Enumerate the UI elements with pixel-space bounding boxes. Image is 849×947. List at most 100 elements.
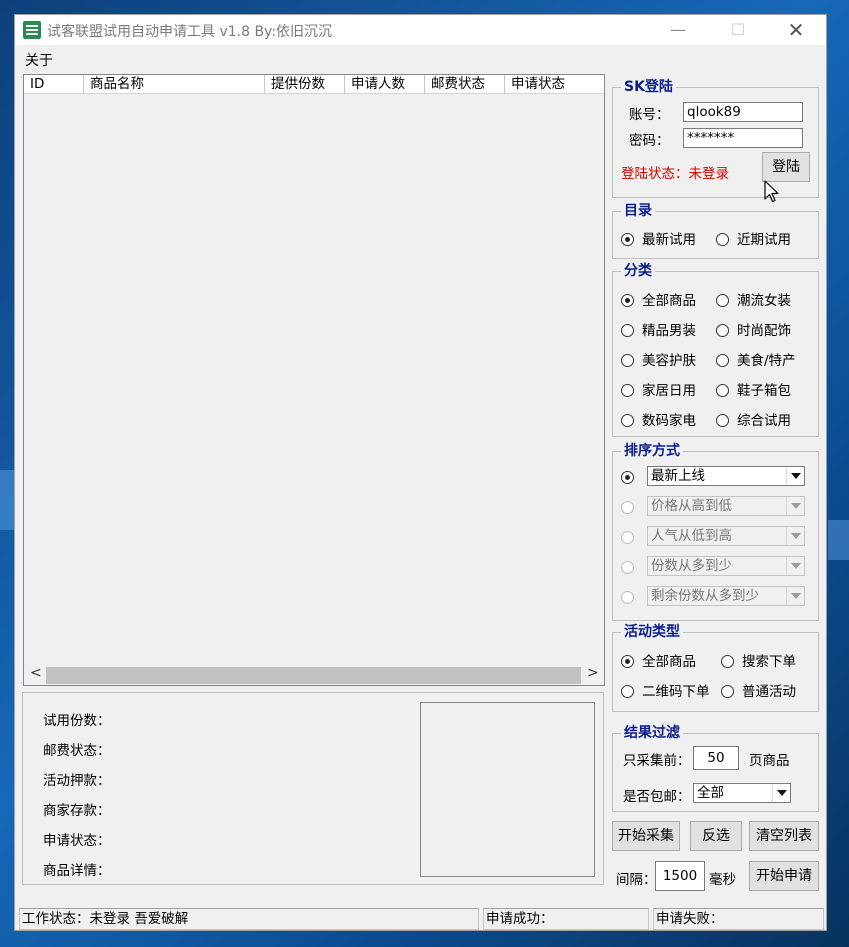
app-logo-icon <box>23 21 41 39</box>
radio-dot <box>716 324 729 337</box>
sort-newest-select[interactable]: 最新上线 <box>647 466 805 486</box>
activity-group-title: 活动类型 <box>621 624 683 640</box>
list-header: ID 商品名称 提供份数 申请人数 邮费状态 申请状态 <box>24 75 604 94</box>
invert-selection-button[interactable]: 反选 <box>690 821 742 851</box>
radio-label: 最新试用 <box>642 232 696 248</box>
radio-dot <box>621 471 634 484</box>
sort-popularity-select[interactable]: 人气从低到高 <box>647 526 805 546</box>
detail-product-info-label: 商品详情： <box>43 863 111 879</box>
radio-category-women[interactable]: 潮流女装 <box>716 293 791 309</box>
product-list-view[interactable]: ID 商品名称 提供份数 申请人数 邮费状态 申请状态 < > <box>23 74 605 686</box>
interval-input[interactable]: 1500 <box>655 861 705 891</box>
login-group-title: SK登陆 <box>621 79 676 95</box>
maximize-button[interactable]: ☐ <box>715 15 761 45</box>
column-header-quantity[interactable]: 提供份数 <box>265 75 345 94</box>
radio-dot <box>716 233 729 246</box>
detail-apply-status-label: 申请状态： <box>43 833 111 849</box>
radio-category-all[interactable]: 全部商品 <box>621 293 696 309</box>
account-input[interactable]: qlook89 <box>683 102 803 122</box>
account-label: 账号： <box>629 107 670 123</box>
radio-category-beauty[interactable]: 美容护肤 <box>621 353 696 369</box>
radio-sort-popularity[interactable] <box>621 530 642 546</box>
radio-sort-price[interactable] <box>621 500 642 516</box>
horizontal-scrollbar[interactable]: < > <box>24 663 604 685</box>
radio-dot <box>621 233 634 246</box>
radio-dot <box>621 501 634 514</box>
start-collect-button[interactable]: 开始采集 <box>612 821 680 851</box>
chevron-down-icon[interactable] <box>772 784 790 802</box>
column-header-apply-status[interactable]: 申请状态 <box>505 75 604 94</box>
title-bar[interactable]: 试客联盟试用自动申请工具 v1.8 By:依旧沉沉 — ☐ ✕ <box>15 15 826 45</box>
radio-latest-trial[interactable]: 最新试用 <box>621 232 696 248</box>
scroll-left-icon[interactable]: < <box>30 665 42 681</box>
radio-category-digital[interactable]: 数码家电 <box>621 413 696 429</box>
radio-activity-search[interactable]: 搜索下单 <box>721 654 796 670</box>
scrollbar-thumb[interactable] <box>46 667 581 684</box>
password-input[interactable]: ******* <box>683 128 803 148</box>
pages-unit-label: 页商品 <box>749 753 790 769</box>
radio-activity-qrcode[interactable]: 二维码下单 <box>621 684 710 700</box>
radio-recent-trial[interactable]: 近期试用 <box>716 232 791 248</box>
menu-about[interactable]: 关于 <box>25 50 53 70</box>
select-value: 份数从多到少 <box>651 558 732 574</box>
radio-dot <box>716 354 729 367</box>
radio-category-food[interactable]: 美食/特产 <box>716 353 796 369</box>
column-header-applicants[interactable]: 申请人数 <box>345 75 425 94</box>
detail-deposit-label: 活动押款： <box>43 773 111 789</box>
chevron-down-icon[interactable] <box>786 497 804 515</box>
radio-activity-all[interactable]: 全部商品 <box>621 654 696 670</box>
radio-dot <box>621 531 634 544</box>
radio-dot <box>621 655 634 668</box>
column-header-id[interactable]: ID <box>24 75 84 94</box>
interval-unit-label: 毫秒 <box>709 872 736 888</box>
radio-dot <box>716 414 729 427</box>
chevron-down-icon[interactable] <box>786 587 804 605</box>
result-filter-group: 结果过滤 只采集前： 50 页商品 是否包邮： 全部 <box>612 725 819 812</box>
interval-label: 间隔： <box>616 872 657 888</box>
filter-group-title: 结果过滤 <box>621 725 683 741</box>
radio-label: 近期试用 <box>737 232 791 248</box>
radio-sort-newest[interactable] <box>621 470 642 486</box>
column-header-shipping[interactable]: 邮费状态 <box>425 75 505 94</box>
radio-label: 二维码下单 <box>642 684 710 700</box>
detail-merchant-deposit-label: 商家存款： <box>43 803 111 819</box>
radio-sort-remaining[interactable] <box>621 590 642 606</box>
radio-category-accessories[interactable]: 时尚配饰 <box>716 323 791 339</box>
menu-bar: 关于 <box>15 45 826 73</box>
scroll-right-icon[interactable]: > <box>587 665 599 681</box>
work-status-text: 工作状态：未登录 吾爱破解 <box>19 908 479 930</box>
detail-shipping-label: 邮费状态： <box>43 743 111 759</box>
radio-dot <box>716 384 729 397</box>
radio-category-general[interactable]: 综合试用 <box>716 413 791 429</box>
password-label: 密码： <box>629 133 670 149</box>
column-header-name[interactable]: 商品名称 <box>84 75 265 94</box>
radio-category-home[interactable]: 家居日用 <box>621 383 696 399</box>
sort-quantity-select[interactable]: 份数从多到少 <box>647 556 805 576</box>
category-group-title: 分类 <box>621 263 655 279</box>
chevron-down-icon[interactable] <box>786 557 804 575</box>
clear-list-button[interactable]: 清空列表 <box>749 821 819 851</box>
login-button[interactable]: 登陆 <box>762 152 810 182</box>
radio-dot <box>716 294 729 307</box>
select-value: 人气从低到高 <box>651 528 732 544</box>
close-button[interactable]: ✕ <box>773 15 819 45</box>
login-group: SK登陆 账号： qlook89 密码： ******* 登陆状态：未登录 登陆 <box>612 79 819 198</box>
chevron-down-icon[interactable] <box>786 527 804 545</box>
minimize-button[interactable]: — <box>655 15 701 45</box>
sort-price-select[interactable]: 价格从高到低 <box>647 496 805 516</box>
radio-category-men[interactable]: 精品男装 <box>621 323 696 339</box>
radio-activity-normal[interactable]: 普通活动 <box>721 684 796 700</box>
catalog-group-title: 目录 <box>621 203 655 219</box>
start-apply-button[interactable]: 开始申请 <box>749 861 819 891</box>
sort-remaining-select[interactable]: 剩余份数从多到少 <box>647 586 805 606</box>
select-value: 价格从高到低 <box>651 498 732 514</box>
free-shipping-select[interactable]: 全部 <box>693 783 791 803</box>
radio-label: 美食/特产 <box>737 353 796 369</box>
radio-category-shoes-bags[interactable]: 鞋子箱包 <box>716 383 791 399</box>
sort-group-title: 排序方式 <box>621 443 683 459</box>
chevron-down-icon[interactable] <box>786 467 804 485</box>
radio-label: 综合试用 <box>737 413 791 429</box>
radio-sort-quantity[interactable] <box>621 560 642 576</box>
pages-input[interactable]: 50 <box>693 746 739 770</box>
radio-label: 全部商品 <box>642 654 696 670</box>
